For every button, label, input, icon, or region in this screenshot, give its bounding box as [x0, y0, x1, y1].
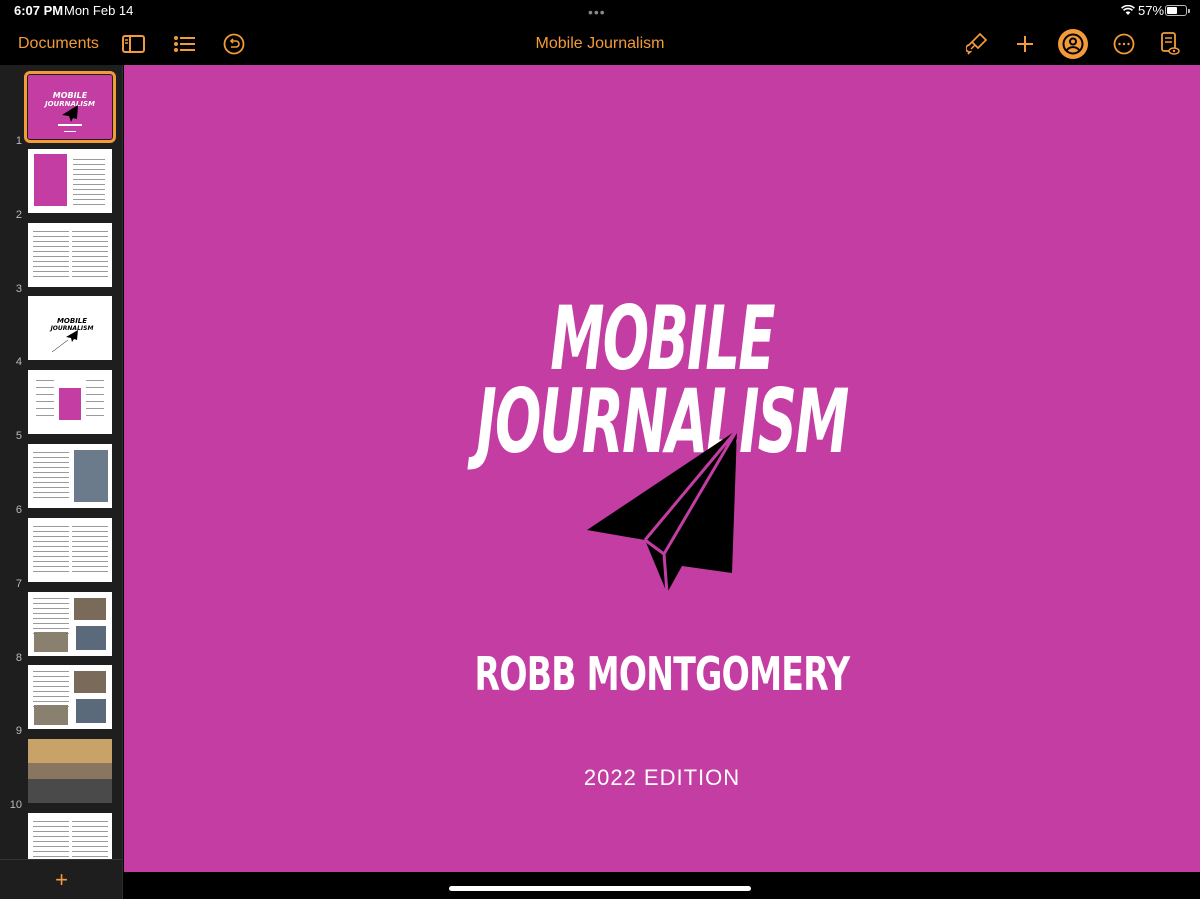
slide-number: 4 [15, 356, 22, 369]
slide-thumbnail[interactable] [28, 444, 112, 508]
list-icon[interactable] [173, 22, 197, 65]
slide-thumbnail-item[interactable]: 1 MOBILE JOURNALISM [0, 71, 122, 147]
slide-thumbnail-item[interactable]: 7 [0, 517, 122, 590]
battery-icon [1165, 5, 1190, 16]
slide-number: 7 [15, 577, 22, 590]
slide-thumbnail-item[interactable]: 3 [0, 222, 122, 295]
slide-thumbnail[interactable] [28, 739, 112, 804]
wifi-icon [1121, 4, 1135, 19]
slide-thumbnail[interactable]: MOBILE JOURNALISM [28, 296, 112, 361]
svg-text:JOURNALISM: JOURNALISM [43, 100, 95, 108]
status-date: Mon Feb 14 [64, 3, 134, 18]
slide-thumbnail[interactable] [28, 148, 112, 213]
slide-thumbnail[interactable] [28, 517, 112, 582]
slide-thumbnail[interactable] [28, 665, 112, 730]
slide-number: 5 [15, 430, 22, 443]
sidebar-toggle-icon[interactable] [121, 22, 145, 65]
add-slide-button[interactable]: + [0, 859, 122, 899]
slide-number: 6 [15, 504, 22, 516]
slide-thumbnail-item[interactable]: 6 [0, 444, 122, 516]
add-icon[interactable] [1013, 22, 1037, 65]
slide-navigator[interactable]: 1 MOBILE JOURNALISM 2 3 4 MOBILE JOURNALISM 5 6 7 8… [0, 65, 123, 899]
paper-plane-icon [587, 429, 739, 594]
slide-thumbnail[interactable]: MOBILE JOURNALISM [24, 71, 116, 143]
slide-thumbnail-item[interactable]: 10 [0, 739, 122, 812]
status-bar: 6:07 PM Mon Feb 14 ••• 57% [0, 0, 1200, 22]
home-indicator[interactable] [449, 886, 751, 891]
slide-thumbnail-item[interactable]: 9 [0, 665, 122, 738]
multitasking-dots-icon[interactable]: ••• [588, 4, 606, 20]
slide-number: 10 [9, 799, 22, 812]
toolbar: Documents Mobile Journalism [0, 22, 1200, 65]
collaboration-avatar-button[interactable] [1058, 22, 1088, 65]
slide-number: 9 [15, 725, 22, 738]
avatar [1058, 28, 1088, 59]
undo-icon[interactable] [222, 22, 246, 65]
svg-text:MOBILE: MOBILE [53, 91, 88, 100]
battery-percent: 57% [1138, 3, 1165, 18]
slide-thumbnail-item[interactable]: 5 [0, 370, 122, 443]
documents-button[interactable]: Documents [18, 22, 99, 65]
svg-text:JOURNALISM: JOURNALISM [50, 325, 94, 332]
slide-thumbnail[interactable] [28, 370, 112, 435]
status-time: 6:07 PM [14, 3, 64, 18]
slide-thumbnail-item[interactable]: 4 MOBILE JOURNALISM [0, 296, 122, 369]
slide-canvas[interactable]: MOBILE JOURNALISM ROBB MONTGOMERY 2022 E… [124, 65, 1200, 872]
slide-number: 8 [15, 651, 22, 664]
slide-number: 1 [15, 135, 22, 147]
more-options-icon[interactable] [1112, 22, 1136, 65]
slide-number: 2 [15, 208, 22, 221]
slide-thumbnail-item[interactable]: 8 [0, 591, 122, 664]
slide-number: 3 [15, 282, 22, 295]
svg-text:MOBILE: MOBILE [57, 317, 87, 325]
document-title[interactable]: Mobile Journalism [450, 22, 750, 65]
document-preview-icon[interactable] [1158, 22, 1182, 65]
slide-thumbnail[interactable] [28, 591, 112, 656]
cover-edition: 2022 EDITION [583, 765, 741, 790]
cover-author: ROBB MONTGOMERY [474, 647, 851, 701]
slide-thumbnail[interactable] [28, 222, 112, 287]
slide-thumbnail-item[interactable]: 2 [0, 148, 122, 221]
paintbrush-icon[interactable] [964, 22, 990, 65]
